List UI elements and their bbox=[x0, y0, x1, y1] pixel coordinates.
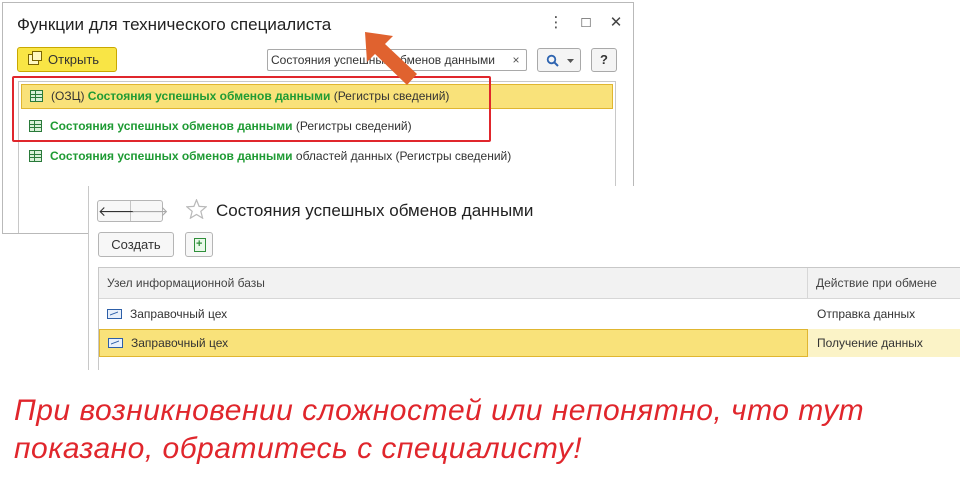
back-arrow-icon[interactable]: 🡐 bbox=[98, 201, 136, 221]
table-cell-action: Получение данных bbox=[808, 329, 960, 357]
help-button[interactable]: ? bbox=[591, 48, 617, 72]
infobase-node-icon bbox=[108, 337, 123, 348]
pointer-arrow-icon bbox=[365, 32, 417, 85]
close-icon[interactable]: ✕ bbox=[607, 13, 625, 33]
open-button[interactable]: Открыть bbox=[17, 47, 117, 72]
node-name: Заправочный цех bbox=[131, 336, 229, 350]
column-header-node[interactable]: Узел информационной базы bbox=[99, 268, 808, 298]
register-window: 🡐 🡒 Состояния успешных обменов данными С… bbox=[88, 186, 960, 370]
table-cell-node: Заправочный цех bbox=[99, 329, 808, 357]
table-cell-action: Отправка данных bbox=[817, 307, 916, 321]
clear-search-icon[interactable]: × bbox=[509, 52, 523, 68]
star-icon[interactable] bbox=[186, 199, 207, 219]
more-actions-icon[interactable]: ⋮ bbox=[547, 13, 565, 33]
table-cell-node: Заправочный цех bbox=[99, 300, 808, 328]
chevron-down-icon bbox=[567, 59, 574, 63]
navigation-buttons: 🡐 🡒 bbox=[97, 200, 169, 222]
open-button-label: Открыть bbox=[48, 52, 100, 67]
result-suffix: областей данных (Регистры сведений) bbox=[292, 149, 512, 163]
node-name: Заправочный цех bbox=[130, 307, 228, 321]
forward-arrow-icon[interactable]: 🡒 bbox=[131, 201, 169, 221]
infobase-node-icon bbox=[107, 308, 122, 319]
register-icon bbox=[29, 149, 42, 162]
window-title: Функции для технического специалиста bbox=[17, 15, 332, 34]
copy-icon bbox=[194, 238, 206, 252]
list-item[interactable]: Состояния успешных обменов данными облас… bbox=[21, 144, 613, 169]
maximize-icon[interactable]: □ bbox=[577, 13, 595, 33]
table-row[interactable]: Заправочный цех Отправка данных bbox=[99, 300, 960, 328]
table-row[interactable]: Заправочный цех Получение данных bbox=[99, 329, 960, 357]
warning-note: При возникновении сложностей или непонят… bbox=[14, 394, 865, 465]
table-header: Узел информационной базы Действие при об… bbox=[99, 268, 960, 299]
records-table: Узел информационной базы Действие при об… bbox=[98, 267, 960, 370]
page-title: Состояния успешных обменов данными bbox=[216, 201, 534, 220]
highlight-frame bbox=[12, 76, 491, 142]
result-highlight: Состояния успешных обменов данными bbox=[50, 149, 293, 163]
open-icon bbox=[28, 51, 42, 65]
column-header-action[interactable]: Действие при обмене bbox=[808, 268, 960, 298]
create-button[interactable]: Создать bbox=[98, 232, 174, 257]
copy-button[interactable] bbox=[185, 232, 213, 257]
search-button[interactable] bbox=[537, 48, 581, 72]
search-icon bbox=[546, 54, 559, 67]
